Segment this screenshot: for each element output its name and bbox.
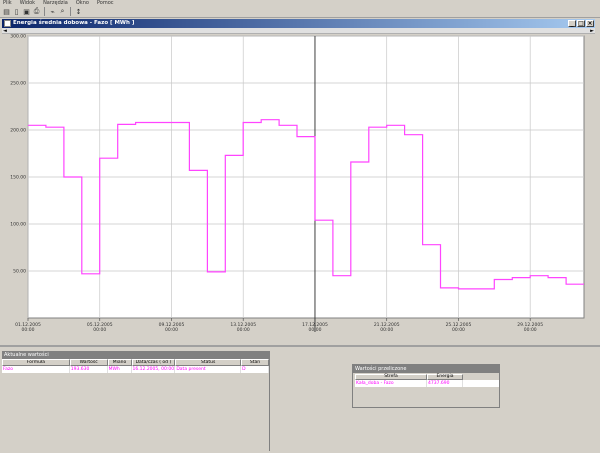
y-tick-label: 150.00 [10,175,26,181]
y-tick-label: 50.00 [13,269,26,275]
toolbar-separator [44,7,45,16]
toolbar-separator [70,7,71,16]
new-icon[interactable]: ▯ [12,7,21,16]
table-cell: Kała_doba - Fazo [355,380,427,387]
y-tick-label: 200.00 [10,128,26,134]
column-header[interactable]: Miano [107,359,132,366]
calculated-values-panel: Wartości przeliczone Strefa Energia Kała… [352,364,500,408]
table-row[interactable]: Fazo 193.630 MWh 16.12.2005, 00:00:00 Da… [2,366,269,373]
x-tick-time-label: 00:00 [22,327,35,333]
toolbar: ▤ ▯ ▣ ⎙ ⌁ ⌕ ↕ [0,6,600,18]
maximize-button[interactable]: □ [577,20,585,27]
table-cell: Fazo [2,366,70,373]
cursor-icon[interactable]: ↕ [74,7,83,16]
y-tick-label: 100.00 [10,222,26,228]
energy-chart[interactable]: 300.00250.00200.00150.00100.0050.0001.12… [2,34,595,344]
y-tick-label: 300.00 [10,34,26,40]
x-tick-time-label: 00:00 [93,327,106,333]
y-tick-label: 250.00 [10,81,26,87]
column-header[interactable]: Data/czas ( od ) [131,359,176,366]
table-cell: D [241,366,269,373]
open-icon[interactable]: ▤ [2,7,11,16]
chart-area: 300.00 250.00 200.00 150.00 100.00 50.00 01.12… [2,34,595,344]
close-button[interactable]: × [586,20,594,27]
table-cell: 4737.690 [427,380,463,387]
current-values-header: Formuła Wartość Miano Data/czas ( od ) S… [2,359,269,366]
table-cell: MWh [108,366,132,373]
x-tick-time-label: 00:00 [165,327,178,333]
table-row[interactable]: Kała_doba - Fazo 4737.690 [355,380,499,387]
table-cell: 193.630 [70,366,108,373]
minimize-button[interactable]: _ [568,20,576,27]
chart-type-icon[interactable]: ⌁ [48,7,57,16]
print-icon[interactable]: ⎙ [32,7,41,16]
calculated-values-title: Wartości przeliczone [353,365,499,373]
window-title: Energia średnia dobowa - Fazo [ MWh ] [13,20,135,26]
column-header[interactable]: Wartość [69,359,108,366]
column-header[interactable]: Status [175,359,242,366]
column-header[interactable]: Stan [241,359,269,366]
chart-window-icon [4,20,11,27]
x-tick-time-label: 00:00 [524,327,537,333]
window-title-bar[interactable]: Energia średnia dobowa - Fazo [ MWh ] _ … [2,19,595,28]
table-cell: Data present [175,366,242,373]
x-tick-time-label: 00:00 [237,327,250,333]
x-tick-time-label: 00:00 [380,327,393,333]
table-cell: 16.12.2005, 00:00:00 [132,366,176,373]
column-header[interactable]: Formuła [2,359,70,366]
current-values-title: Aktualne wartości [2,351,269,359]
x-tick-time-label: 00:00 [452,327,465,333]
print-preview-icon[interactable]: ▣ [22,7,31,16]
zoom-icon[interactable]: ⌕ [58,7,67,16]
splitter[interactable] [0,345,600,347]
current-values-panel: Aktualne wartości Formuła Wartość Miano … [2,351,270,451]
